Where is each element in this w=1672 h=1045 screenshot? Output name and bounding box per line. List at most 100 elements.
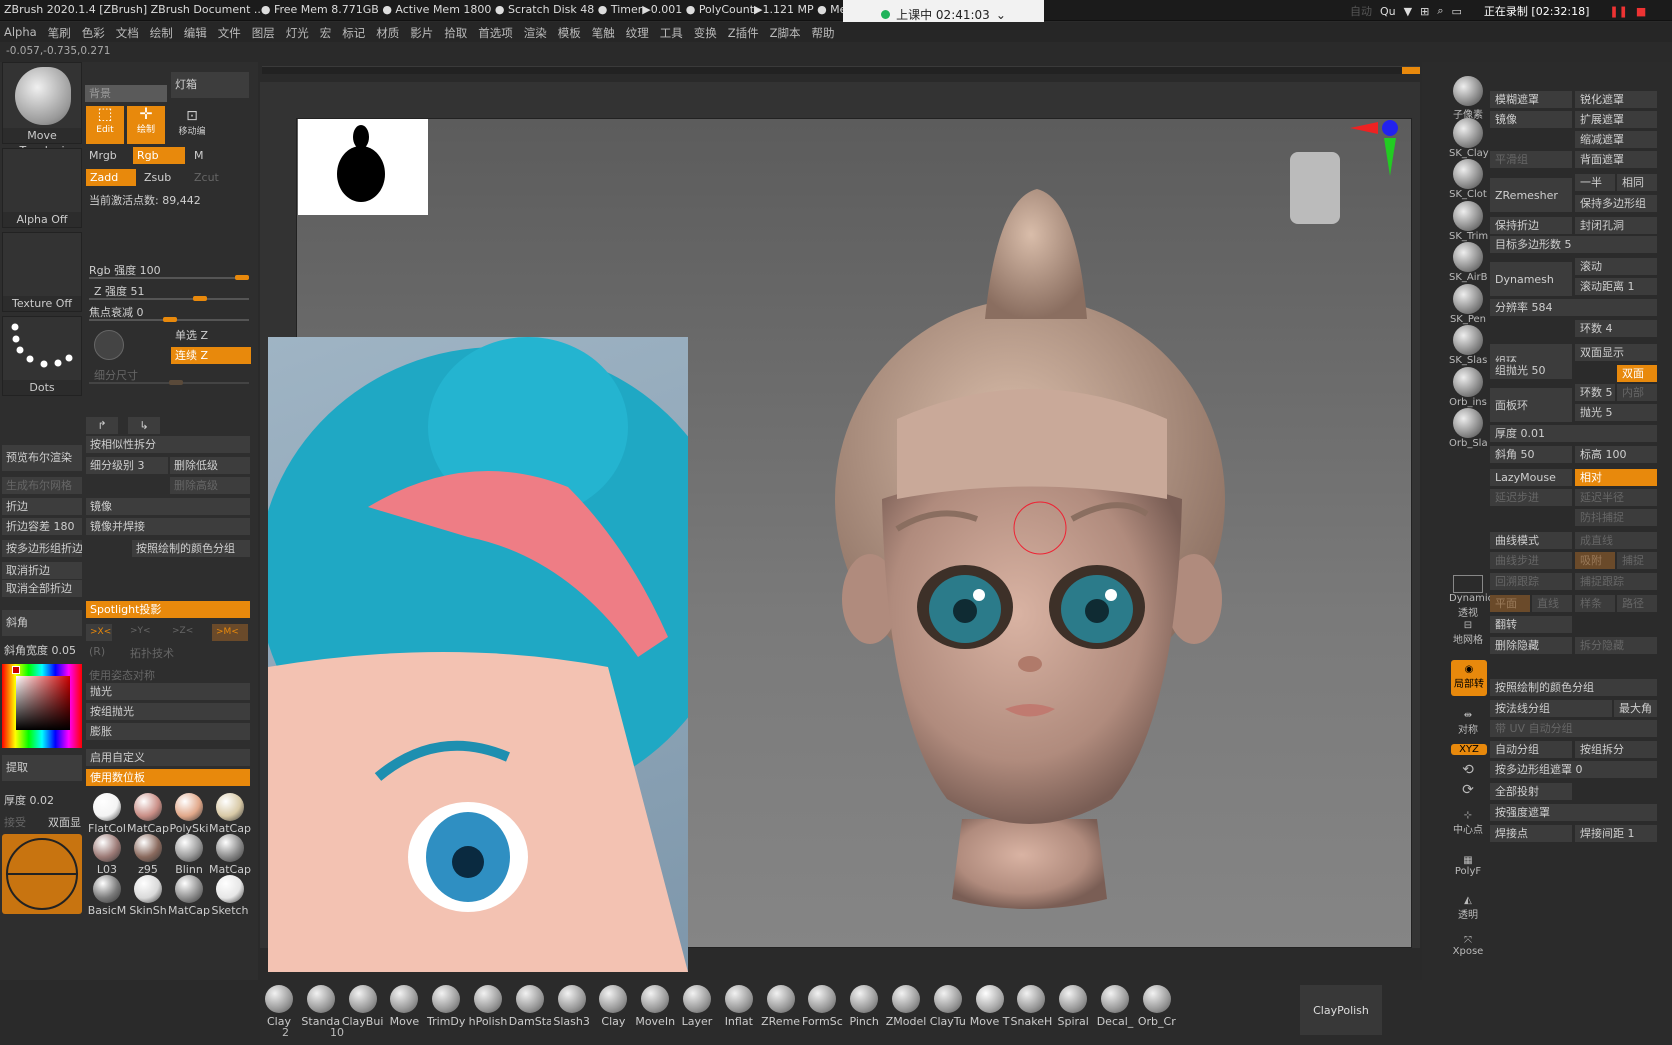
search-icon[interactable]: ⌕ (1437, 4, 1443, 18)
rotate-alt-icon[interactable]: ⟳ (1449, 782, 1487, 798)
brush-button[interactable]: Orb_Cr (1136, 985, 1178, 1028)
brush-button[interactable]: ZReme (760, 985, 802, 1028)
menu-item[interactable]: 材质 (372, 22, 406, 42)
right-brush-sk_trim[interactable]: SK_Trim (1449, 200, 1488, 242)
split-similar-button[interactable]: 按相似性拆分 (86, 436, 250, 453)
as-line-toggle[interactable]: 成直线 (1575, 532, 1657, 549)
scroll-toggle[interactable]: 滚动 (1575, 258, 1657, 275)
back-mask-button[interactable]: 背面遮罩 (1575, 151, 1657, 168)
thickness-slider-right[interactable]: 厚度 0.01 (1490, 425, 1657, 442)
enable-custom-button[interactable]: 启用自定义 (86, 749, 250, 766)
material-swatch[interactable]: MatCap (209, 834, 251, 876)
x-axis-toggle[interactable]: >X< (86, 624, 112, 641)
uncrease-all-button[interactable]: 取消全部折边 (2, 580, 82, 597)
center-point-button[interactable]: ⊹ 中心点 (1449, 810, 1487, 836)
group-polish-toggle[interactable]: 按组抛光 (86, 703, 250, 720)
menu-item[interactable]: 色彩 (78, 22, 112, 42)
plane-toggle[interactable]: 平面 (1490, 595, 1530, 612)
brush-button[interactable]: Clay (258, 985, 300, 1028)
spline-toggle[interactable]: 样条 (1575, 595, 1615, 612)
tool-thumbnail[interactable]: Move Topologi (2, 62, 82, 157)
continuous-z-toggle[interactable]: 连续 Z (171, 347, 251, 364)
zremesher-button[interactable]: ZRemesher (1490, 178, 1572, 212)
brush-button[interactable]: Decal_ (1094, 985, 1136, 1028)
elevation-slider[interactable]: 标高 100 (1575, 446, 1657, 463)
lazy-radius-slider[interactable]: 延迟半径 (1575, 489, 1657, 506)
same-toggle[interactable]: 相同 (1617, 174, 1657, 191)
crease-button[interactable]: 折边 (2, 498, 82, 515)
double-display-label[interactable]: 双面显 (48, 814, 81, 830)
mirror-weld-button[interactable]: 镜像并焊接 (86, 518, 250, 535)
down-arrow-icon[interactable]: ↳ (128, 417, 160, 434)
m-axis-toggle[interactable]: >M< (212, 624, 248, 641)
accept-button[interactable]: 接受 (4, 814, 26, 830)
draw-button[interactable]: ✛ 绘制 (127, 106, 165, 144)
zadd-toggle[interactable]: Zadd (86, 169, 136, 186)
local-symmetry-button[interactable]: ◉ 局部转 (1451, 660, 1487, 696)
scroll-distance-slider[interactable]: 滚动距离 1 (1575, 278, 1657, 295)
z-intensity-track[interactable] (89, 296, 249, 301)
menu-item[interactable]: 文档 (112, 22, 146, 42)
max-angle-slider[interactable]: 最大角 (1614, 700, 1657, 717)
transparent-button[interactable]: ◭ 透明 (1449, 895, 1487, 921)
lightbox-button[interactable]: 灯箱 (171, 72, 249, 98)
inflate-slider[interactable]: 膨胀 (86, 723, 250, 740)
menu-item[interactable]: 文件 (214, 22, 248, 42)
right-brush-sk_clot[interactable]: SK_Clot (1449, 159, 1487, 200)
focal-shift-slider[interactable]: 焦点衰减 0 (89, 304, 144, 320)
curve-mode-toggle[interactable]: 曲线模式 (1490, 532, 1572, 549)
menu-item[interactable]: 绘制 (146, 22, 180, 42)
rotate-icon[interactable]: ⟲ (1449, 762, 1487, 778)
extract-button[interactable]: 提取 (2, 755, 82, 781)
dropdown-icon[interactable]: ▼ (1404, 5, 1412, 18)
group-by-normals-button[interactable]: 按法线分组 (1490, 700, 1612, 717)
grid-icon[interactable]: ⊞ (1420, 5, 1429, 18)
inner-toggle[interactable]: 内部 (1617, 384, 1657, 401)
menu-item[interactable]: Z脚本 (766, 22, 808, 42)
mirror-button-right[interactable]: 镜像 (1490, 111, 1572, 128)
capture-toggle[interactable]: 捕捉 (1617, 552, 1657, 569)
menu-item[interactable]: 模板 (554, 22, 588, 42)
material-swatch[interactable]: PolySki (168, 793, 210, 835)
material-swatch[interactable]: FlatCol (86, 793, 128, 835)
material-swatch[interactable]: Blinn (168, 834, 210, 876)
brush-button[interactable]: Move T (969, 985, 1011, 1028)
material-swatch[interactable]: MatCap (168, 875, 210, 917)
material-swatch[interactable]: BasicM (86, 875, 128, 917)
subdiv-size-track[interactable] (89, 380, 249, 385)
zcut-toggle[interactable]: Zcut (194, 171, 219, 184)
menu-item[interactable]: 工具 (656, 22, 690, 42)
auto-group-button[interactable]: 自动分组 (1490, 741, 1572, 758)
xpose-button[interactable]: ⤧ Xpose (1449, 935, 1487, 957)
material-swatch[interactable]: Sketch (209, 875, 251, 917)
single-z-toggle[interactable]: 单选 Z (175, 327, 208, 343)
brush-button[interactable]: Move (383, 985, 425, 1028)
menu-item[interactable]: 纹理 (622, 22, 656, 42)
split-hidden-button[interactable]: 拆分隐藏 (1575, 637, 1657, 654)
menu-item[interactable]: 影片 (406, 22, 440, 42)
menu-item[interactable]: 图层 (248, 22, 282, 42)
weld-distance-slider[interactable]: 焊接间距 1 (1575, 825, 1657, 842)
close-holes-toggle[interactable]: 封闭孔洞 (1575, 217, 1657, 234)
sharpen-mask-button[interactable]: 锐化遮罩 (1575, 91, 1657, 108)
alpha-thumbnail[interactable]: Alpha Off (2, 148, 82, 228)
stroke-thumbnail[interactable]: Dots (2, 316, 82, 396)
preview-bool-button[interactable]: 预览布尔渲染 (2, 445, 82, 471)
use-tablet-button[interactable]: 使用数位板 (86, 769, 250, 786)
brush-button[interactable]: FormSc (801, 985, 843, 1028)
group-polish-slider[interactable]: 组抛光 50 (1490, 362, 1572, 379)
brush-button[interactable]: ZModel (885, 985, 927, 1028)
brush-button[interactable]: Standa (300, 985, 342, 1028)
double-display-toggle[interactable]: 双面显示 (1575, 344, 1657, 361)
resolution-slider[interactable]: 分辨率 584 (1490, 299, 1657, 316)
delete-higher-button[interactable]: 删除高级 (170, 477, 250, 494)
rgb-intensity-track[interactable] (89, 275, 249, 280)
spotlight-button[interactable]: Spotlight投影 (86, 601, 250, 618)
focal-shift-track[interactable] (89, 317, 249, 322)
xyz-button[interactable]: XYZ (1451, 744, 1487, 755)
redo-arrow-icon[interactable]: ↱ (86, 417, 118, 434)
bevel-slider[interactable]: 斜角 50 (1490, 446, 1572, 463)
menu-item[interactable]: 帮助 (807, 22, 841, 42)
right-brush-sk_airb[interactable]: SK_AirB (1449, 242, 1488, 283)
rgb-toggle[interactable]: Rgb (133, 147, 185, 164)
